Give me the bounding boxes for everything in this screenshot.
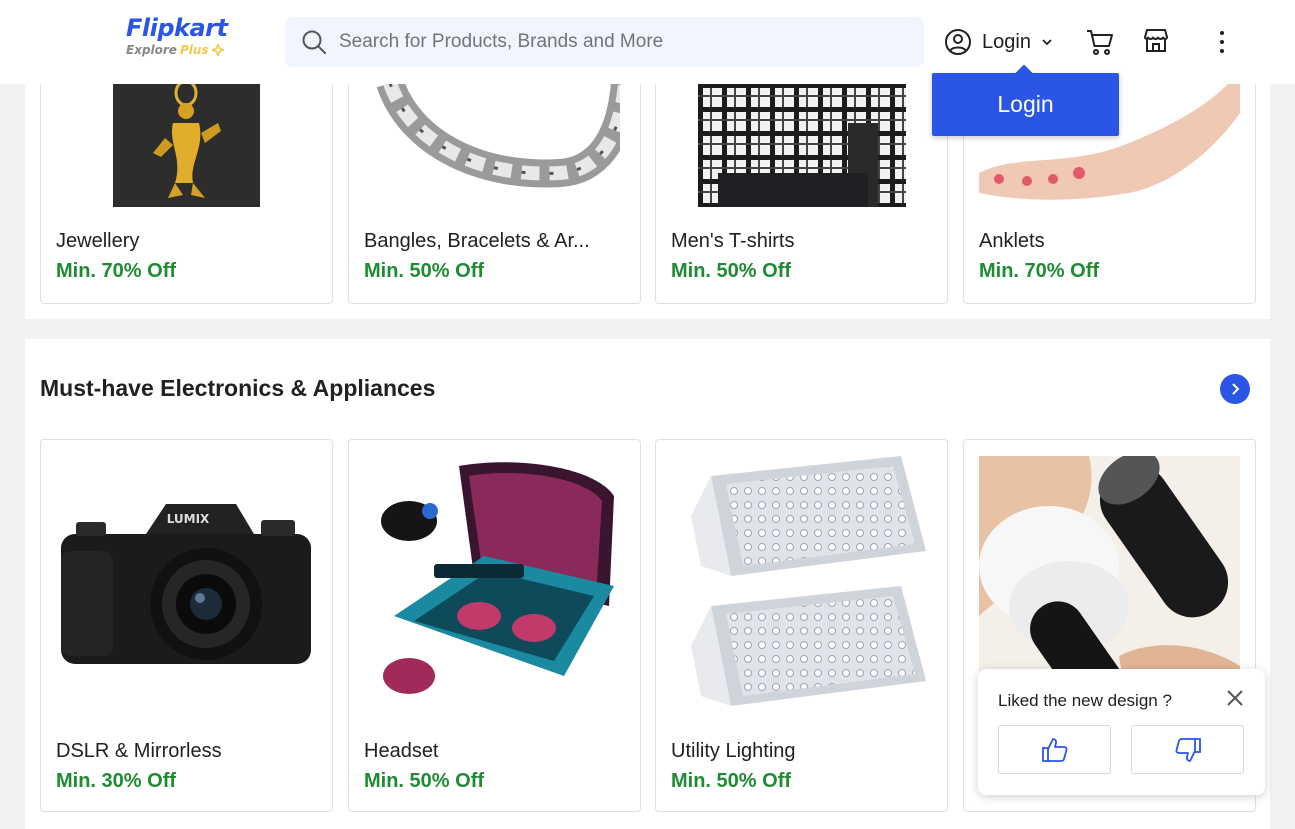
search-input[interactable]	[339, 31, 899, 53]
login-popup-button[interactable]: Login	[932, 73, 1119, 136]
more-options-button[interactable]	[1210, 28, 1234, 61]
earbuds-image	[364, 456, 625, 716]
search-bar[interactable]	[285, 17, 924, 67]
section-title: Must-have Electronics & Appliances	[40, 375, 436, 401]
product-card-dslr[interactable]: LUMIX DSLR & Mirrorless Min. 30% Off	[40, 439, 333, 812]
bracelet-image	[369, 83, 620, 207]
thumbs-up-button[interactable]	[998, 725, 1111, 774]
seller-store-button[interactable]	[1142, 27, 1170, 60]
product-name: Bangles, Bracelets & Ar...	[364, 230, 590, 252]
login-menu[interactable]: Login	[944, 26, 1053, 58]
store-icon	[1144, 29, 1168, 52]
logo-plus-text: Plus	[179, 43, 209, 57]
product-offer: Min. 50% Off	[364, 260, 485, 282]
product-offer: Min. 70% Off	[979, 260, 1100, 282]
product-image	[56, 83, 317, 207]
product-image	[364, 83, 625, 207]
product-name: Headset	[364, 740, 439, 762]
product-image	[364, 456, 625, 716]
logo-explore-text: Explore	[126, 43, 177, 57]
product-image: LUMIX	[56, 456, 317, 716]
plus-sparkle-icon	[211, 44, 224, 56]
thumbs-down-button[interactable]	[1131, 725, 1244, 774]
product-offer: Min. 50% Off	[364, 770, 485, 792]
product-name: Anklets	[979, 230, 1045, 252]
top-header: Flipkart Explore Plus Login	[0, 0, 1295, 84]
shirt-image	[697, 83, 906, 207]
camera-image: LUMIX	[61, 504, 311, 664]
product-card-headset[interactable]: Headset Min. 50% Off	[348, 439, 641, 812]
close-button[interactable]	[1226, 689, 1244, 712]
cart-button[interactable]	[1085, 27, 1115, 62]
product-name: DSLR & Mirrorless	[56, 740, 222, 762]
product-offer: Min. 50% Off	[671, 260, 792, 282]
flipkart-logo[interactable]: Flipkart Explore Plus	[126, 14, 246, 70]
login-dropdown: Login	[932, 64, 1119, 136]
product-offer: Min. 70% Off	[56, 260, 177, 282]
search-icon	[302, 30, 326, 54]
product-card-utility-lighting[interactable]: Utility Lighting Min. 50% Off	[655, 439, 948, 812]
product-name: Jewellery	[56, 230, 140, 252]
feedback-popup: Liked the new design ?	[978, 669, 1265, 795]
chevron-right-icon	[1232, 383, 1240, 395]
flood-light-image	[691, 456, 926, 706]
product-offer: Min. 30% Off	[56, 770, 177, 792]
thumbs-down-icon	[1174, 737, 1201, 762]
product-image	[671, 456, 932, 716]
user-account-icon	[945, 29, 971, 55]
close-icon	[1227, 690, 1243, 706]
product-name: Men's T-shirts	[671, 230, 795, 252]
product-card-bangles[interactable]: Bangles, Bracelets & Ar... Min. 50% Off	[348, 83, 641, 304]
cart-icon	[1087, 30, 1113, 55]
product-card-mens-tshirts[interactable]: Men's T-shirts Min. 50% Off	[655, 83, 948, 304]
product-card-jewellery[interactable]: Jewellery Min. 70% Off	[40, 83, 333, 304]
logo-subtitle: Explore Plus	[126, 43, 246, 57]
chevron-down-icon	[1042, 39, 1052, 46]
product-offer: Min. 50% Off	[671, 770, 792, 792]
product-name: Utility Lighting	[671, 740, 796, 762]
kebab-menu-icon	[1220, 31, 1224, 53]
section-next-button[interactable]	[1220, 374, 1250, 404]
product-image	[671, 83, 932, 207]
jewellery-image	[113, 83, 260, 207]
login-label[interactable]: Login	[982, 31, 1031, 54]
thumbs-up-icon	[1041, 737, 1068, 762]
logo-text: Flipkart	[126, 14, 228, 42]
svg-text:LUMIX: LUMIX	[167, 512, 210, 526]
feedback-question: Liked the new design ?	[998, 691, 1172, 710]
